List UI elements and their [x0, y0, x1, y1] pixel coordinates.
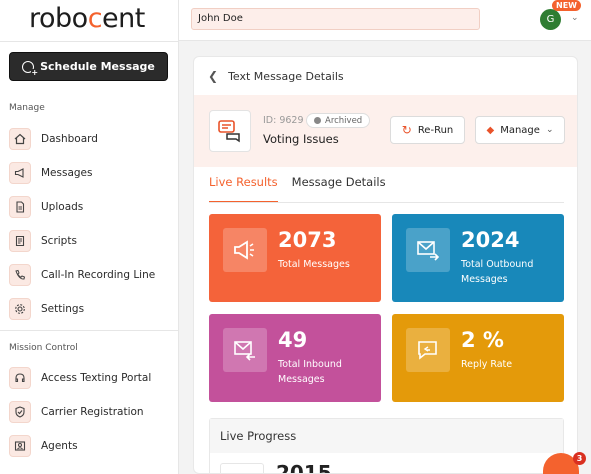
- message-details-card: ❮ Text Message Details ID: 9629 Archived…: [193, 56, 578, 474]
- message-info-band: ID: 9629 Archived Voting Issues ↻ Re-Run…: [194, 95, 577, 167]
- megaphone-icon: [223, 228, 267, 272]
- stat-value: 2 %: [461, 328, 504, 352]
- progress-value: 2015: [276, 461, 332, 474]
- sidebar-item-call-in-recording[interactable]: Call-In Recording Line: [9, 262, 174, 288]
- stat-value: 49: [278, 328, 308, 352]
- page-title: Text Message Details: [228, 69, 344, 83]
- tab-message-details[interactable]: Message Details: [292, 175, 386, 203]
- stat-total-inbound: 49 Total Inbound Messages: [209, 314, 381, 402]
- stat-total-outbound: 2024 Total Outbound Messages: [392, 214, 564, 302]
- sidebar-item-settings[interactable]: Settings: [9, 296, 174, 322]
- avatar[interactable]: G: [540, 9, 561, 30]
- progress-icon: [220, 463, 264, 473]
- headset-icon: [9, 367, 31, 389]
- layers-icon: ◆: [486, 124, 495, 136]
- message-id: ID: 9629: [263, 115, 304, 126]
- schedule-icon: [22, 60, 39, 77]
- sidebar-item-label: Carrier Registration: [41, 406, 144, 418]
- stat-label: Total Messages: [278, 259, 350, 270]
- info-icon: [314, 117, 321, 124]
- file-icon: [9, 196, 31, 218]
- live-progress-title: Live Progress: [210, 419, 563, 453]
- status-badge: Archived: [306, 113, 371, 128]
- stat-value: 2073: [278, 228, 337, 252]
- schedule-message-button[interactable]: Schedule Message: [9, 52, 168, 81]
- sidebar-divider: [0, 330, 179, 331]
- stat-value: 2024: [461, 228, 520, 252]
- sidebar-item-label: Dashboard: [41, 133, 98, 145]
- sidebar-item-label: Uploads: [41, 201, 84, 213]
- message-icon: [209, 110, 251, 152]
- refresh-icon: ↻: [401, 123, 412, 137]
- script-icon: [9, 230, 31, 252]
- phone-icon: [9, 264, 31, 286]
- chevron-down-icon[interactable]: ⌄: [571, 13, 579, 23]
- manage-label: Manage: [500, 124, 540, 136]
- section-label-manage: Manage: [9, 103, 45, 113]
- logo[interactable]: robocent: [29, 3, 145, 34]
- manage-dropdown[interactable]: ◆ Manage ⌄: [475, 116, 565, 144]
- chevron-down-icon: ⌄: [545, 125, 554, 135]
- new-badge: NEW: [552, 0, 581, 11]
- sidebar-item-messages[interactable]: Messages: [9, 160, 174, 186]
- sidebar-item-label: Scripts: [41, 235, 77, 247]
- megaphone-icon: [9, 162, 31, 184]
- sidebar-item-carrier-registration[interactable]: Carrier Registration: [9, 399, 174, 425]
- stat-label: Total Inbound Messages: [278, 359, 342, 385]
- live-progress-card: Live Progress 2015: [209, 418, 564, 474]
- sidebar: robocent Schedule Message Manage Dashboa…: [0, 0, 179, 474]
- status-badge-label: Archived: [325, 115, 363, 126]
- chat-notification-badge: 3: [573, 452, 586, 465]
- rerun-button[interactable]: ↻ Re-Run: [390, 116, 465, 144]
- section-label-mission-control: Mission Control: [9, 343, 78, 353]
- sidebar-item-label: Messages: [41, 167, 93, 179]
- outbound-mail-icon: [406, 228, 450, 272]
- agent-icon: [9, 435, 31, 457]
- rerun-label: Re-Run: [417, 124, 454, 136]
- home-icon: [9, 128, 31, 150]
- schedule-message-label: Schedule Message: [40, 60, 155, 73]
- sidebar-item-access-texting-portal[interactable]: Access Texting Portal: [9, 365, 174, 391]
- reply-chat-icon: [406, 328, 450, 372]
- sidebar-item-label: Agents: [41, 440, 78, 452]
- stat-reply-rate: 2 % Reply Rate: [392, 314, 564, 402]
- sidebar-divider: [0, 41, 179, 42]
- stat-label: Reply Rate: [461, 359, 513, 370]
- topbar: John Doe G NEW ⌄: [179, 0, 591, 41]
- tabs: Live Results Message Details: [209, 175, 386, 203]
- sidebar-item-label: Call-In Recording Line: [41, 269, 156, 281]
- tabs-divider: [209, 202, 564, 203]
- shield-icon: [9, 401, 31, 423]
- inbound-mail-icon: [223, 328, 267, 372]
- sidebar-item-agents[interactable]: Agents: [9, 433, 174, 459]
- sidebar-item-scripts[interactable]: Scripts: [9, 228, 174, 254]
- card-header: ❮ Text Message Details: [194, 57, 577, 95]
- sidebar-item-dashboard[interactable]: Dashboard: [9, 126, 174, 152]
- back-arrow-icon[interactable]: ❮: [208, 69, 218, 83]
- sidebar-item-label: Access Texting Portal: [41, 372, 152, 384]
- stat-label: Total Outbound Messages: [461, 259, 534, 285]
- gear-icon: [9, 298, 31, 320]
- message-title: Voting Issues: [263, 132, 339, 146]
- sidebar-item-label: Settings: [41, 303, 85, 315]
- search-input[interactable]: John Doe: [191, 8, 480, 30]
- stat-total-messages: 2073 Total Messages: [209, 214, 381, 302]
- sidebar-item-uploads[interactable]: Uploads: [9, 194, 174, 220]
- tab-live-results[interactable]: Live Results: [209, 175, 278, 203]
